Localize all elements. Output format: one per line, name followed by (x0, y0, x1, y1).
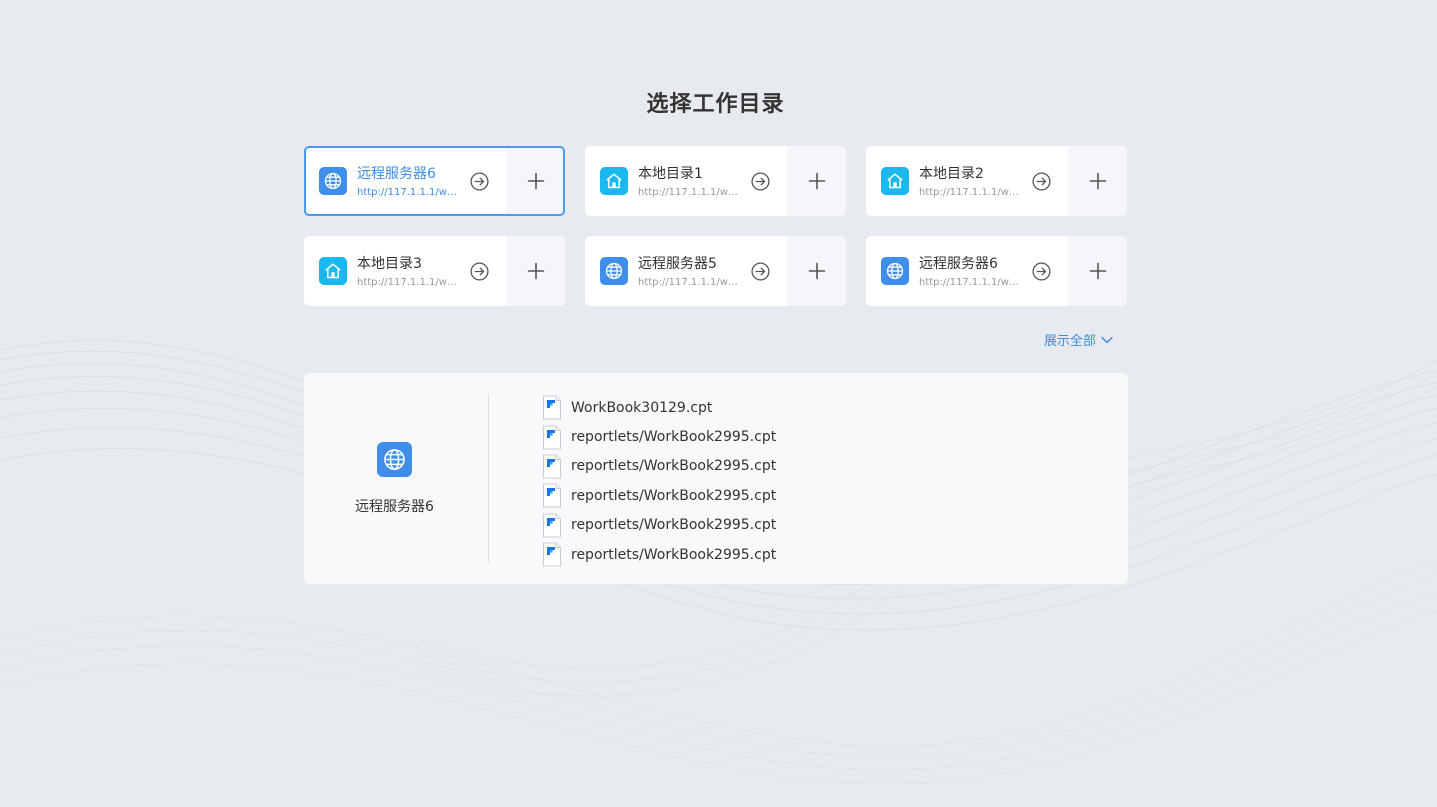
directory-url: http://117.1.1.1/webroot (919, 187, 1021, 198)
detail-directory-name: 远程服务器6 (355, 499, 434, 515)
file-item[interactable]: reportlets/WorkBook2995.cpt (542, 540, 776, 569)
plus-icon (1089, 262, 1106, 280)
cpt-file-icon (543, 513, 561, 538)
file-item[interactable]: reportlets/WorkBook2995.cpt (542, 422, 776, 451)
home-icon (881, 167, 909, 195)
directory-url: http://117.1.1.1/webroot (638, 277, 740, 288)
directory-name: 远程服务器6 (919, 256, 998, 272)
add-button[interactable] (787, 236, 846, 306)
divider (488, 394, 489, 563)
directory-card-select[interactable]: 本地目录3 http://117.1.1.1/webroot (304, 236, 505, 306)
directory-card-select[interactable]: 远程服务器6 http://117.1.1.1/webroot (306, 148, 505, 214)
directory-url: http://117.1.1.1/webroot (919, 277, 1021, 288)
page-title: 选择工作目录 (646, 92, 785, 117)
home-icon (319, 257, 347, 285)
add-button[interactable] (1068, 236, 1127, 306)
workspace-selector-page: { "page": { "title": "选择工作目录", "show_all… (0, 0, 1437, 807)
add-button[interactable] (787, 146, 846, 216)
cpt-file-icon (543, 454, 561, 479)
directory-url: http://117.1.1.1/webroot (638, 187, 740, 198)
directory-card[interactable]: 远程服务器6 http://117.1.1.1/webroot (304, 146, 565, 216)
file-name: reportlets/WorkBook2995.cpt (571, 546, 777, 563)
cpt-file-icon (543, 483, 561, 508)
globe-icon (881, 257, 909, 285)
arrow-right-circle-icon[interactable] (751, 172, 770, 191)
plus-icon (527, 172, 544, 190)
directory-card[interactable]: 本地目录3 http://117.1.1.1/webroot (304, 236, 565, 306)
directory-url: http://117.1.1.1/webroot (357, 277, 459, 288)
cpt-file-icon (543, 542, 561, 567)
directory-card[interactable]: 本地目录1 http://117.1.1.1/webroot (585, 146, 846, 216)
plus-icon (1089, 172, 1106, 190)
add-button[interactable] (506, 148, 563, 214)
cpt-file-icon (543, 395, 561, 420)
directory-name: 远程服务器5 (638, 256, 717, 272)
directory-detail-panel: 远程服务器6 WorkBook30129.cpt reportlets/Work… (304, 373, 1128, 584)
chevron-down-icon (1101, 336, 1113, 343)
file-item[interactable]: reportlets/WorkBook2995.cpt (542, 452, 776, 481)
arrow-right-circle-icon[interactable] (1032, 262, 1051, 281)
directory-card[interactable]: 远程服务器6 http://117.1.1.1/webroot (866, 236, 1127, 306)
plus-icon (527, 262, 544, 280)
globe-icon (319, 167, 347, 195)
arrow-right-circle-icon[interactable] (751, 262, 770, 281)
recent-file-list: WorkBook30129.cpt reportlets/WorkBook299… (542, 393, 776, 569)
directory-name: 本地目录3 (357, 256, 422, 272)
file-item[interactable]: reportlets/WorkBook2995.cpt (542, 511, 776, 540)
file-name: reportlets/WorkBook2995.cpt (571, 487, 777, 504)
directory-name: 远程服务器6 (357, 166, 436, 182)
file-name: reportlets/WorkBook2995.cpt (571, 458, 777, 475)
file-item[interactable]: WorkBook30129.cpt (542, 393, 776, 422)
directory-card[interactable]: 本地目录2 http://117.1.1.1/webroot (866, 146, 1127, 216)
add-button[interactable] (506, 236, 565, 306)
directory-card-select[interactable]: 远程服务器5 http://117.1.1.1/webroot (585, 236, 786, 306)
directory-name: 本地目录2 (919, 166, 984, 182)
globe-icon (377, 442, 412, 477)
plus-icon (808, 172, 825, 190)
show-all-label: 展示全部 (1044, 334, 1097, 349)
arrow-right-circle-icon[interactable] (1032, 172, 1051, 191)
directory-card-select[interactable]: 本地目录2 http://117.1.1.1/webroot (866, 146, 1067, 216)
globe-icon (600, 257, 628, 285)
arrow-right-circle-icon[interactable] (470, 262, 489, 281)
plus-icon (808, 262, 825, 280)
file-name: WorkBook30129.cpt (571, 399, 713, 416)
show-all-link[interactable]: 展示全部 (1044, 330, 1113, 349)
directory-name: 本地目录1 (638, 166, 703, 182)
file-item[interactable]: reportlets/WorkBook2995.cpt (542, 481, 776, 510)
directory-card-select[interactable]: 远程服务器6 http://117.1.1.1/webroot (866, 236, 1067, 306)
directory-card[interactable]: 远程服务器5 http://117.1.1.1/webroot (585, 236, 846, 306)
directory-card-select[interactable]: 本地目录1 http://117.1.1.1/webroot (585, 146, 786, 216)
directory-url: http://117.1.1.1/webroot (357, 187, 459, 198)
file-name: reportlets/WorkBook2995.cpt (571, 517, 777, 534)
arrow-right-circle-icon[interactable] (470, 172, 489, 191)
home-icon (600, 167, 628, 195)
add-button[interactable] (1068, 146, 1127, 216)
cpt-file-icon (543, 425, 561, 450)
file-name: reportlets/WorkBook2995.cpt (571, 429, 777, 446)
